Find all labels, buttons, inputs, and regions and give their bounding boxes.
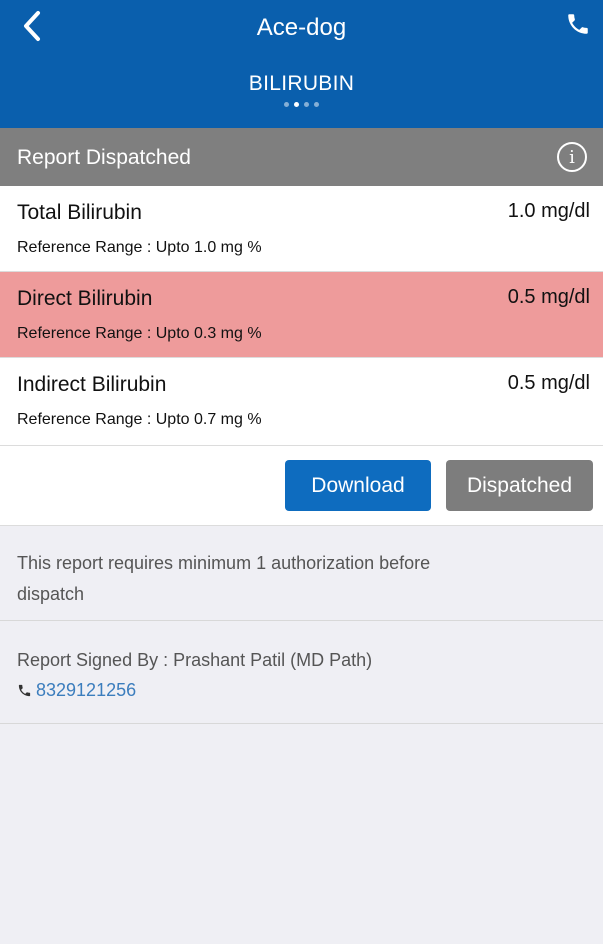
page-dot xyxy=(284,102,289,107)
authorization-note: This report requires minimum 1 authoriza… xyxy=(17,553,431,604)
result-value: 0.5 mg/dl xyxy=(507,372,590,394)
page-dot xyxy=(314,102,319,107)
divider xyxy=(0,620,603,621)
phone-icon xyxy=(18,684,31,697)
signer-phone-link[interactable]: 8329121256 xyxy=(36,680,136,701)
report-status-bar: Report Dispatched i xyxy=(0,128,603,186)
report-status-text: Report Dispatched xyxy=(17,146,191,169)
reference-range: Reference Range : Upto 0.3 mg % xyxy=(17,325,262,342)
result-name: Indirect Bilirubin xyxy=(17,373,167,396)
page-indicator[interactable] xyxy=(0,102,603,107)
reference-range: Reference Range : Upto 0.7 mg % xyxy=(17,411,262,428)
download-button[interactable]: Download xyxy=(285,460,431,511)
result-row-indirect-bilirubin: Indirect Bilirubin 0.5 mg/dl Reference R… xyxy=(0,358,603,446)
result-row-direct-bilirubin: Direct Bilirubin 0.5 mg/dl Reference Ran… xyxy=(0,272,603,358)
reference-range: Reference Range : Upto 1.0 mg % xyxy=(17,239,262,256)
result-value: 0.5 mg/dl xyxy=(507,286,590,308)
app-header: Ace-dog BILIRUBIN xyxy=(0,0,603,128)
signed-by-text: Report Signed By : Prashant Patil (MD Pa… xyxy=(17,650,373,670)
dispatched-button[interactable]: Dispatched xyxy=(446,460,593,511)
call-button[interactable] xyxy=(563,8,593,40)
result-name: Total Bilirubin xyxy=(17,201,142,224)
test-name: BILIRUBIN xyxy=(248,72,355,95)
result-value: 1.0 mg/dl xyxy=(507,200,590,222)
phone-icon xyxy=(568,14,588,34)
result-name: Direct Bilirubin xyxy=(17,287,153,310)
divider xyxy=(0,723,603,724)
page-title: Ace-dog xyxy=(256,14,347,41)
signer-contact: 8329121256 xyxy=(17,680,136,701)
page-dot xyxy=(304,102,309,107)
action-bar: Download Dispatched xyxy=(0,446,603,526)
info-icon[interactable]: i xyxy=(557,142,587,172)
result-row-total-bilirubin: Total Bilirubin 1.0 mg/dl Reference Rang… xyxy=(0,186,603,272)
page-dot-active xyxy=(294,102,299,107)
